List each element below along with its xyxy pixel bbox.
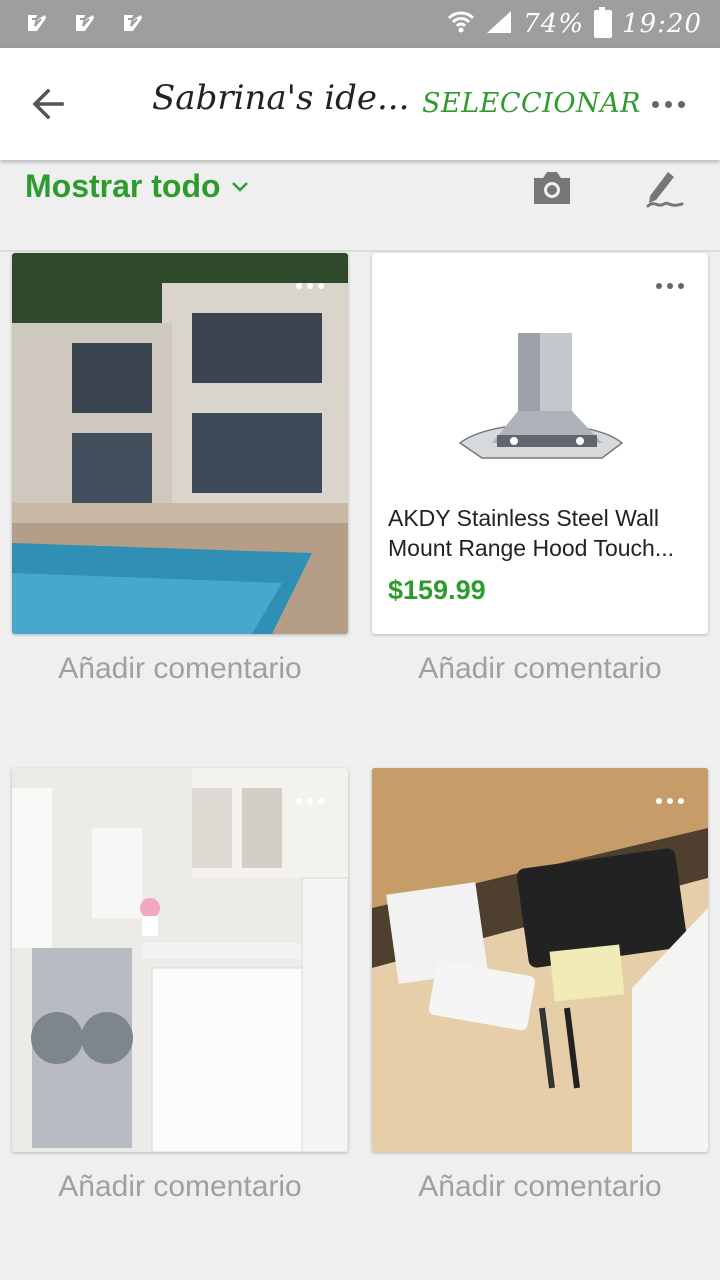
camera-icon (534, 172, 570, 204)
range-hood-image (458, 333, 624, 459)
pen-sketch-icon (646, 172, 684, 208)
product-title: AKDY Stainless Steel Wall Mount Range Ho… (388, 505, 674, 561)
card-menu-button[interactable] (656, 798, 684, 804)
product-price: $159.99 (388, 575, 486, 605)
add-comment-link[interactable]: Añadir comentario (372, 652, 708, 686)
card-menu-button[interactable] (296, 798, 324, 804)
card-menu-button[interactable] (656, 283, 684, 289)
idea-card[interactable] (12, 253, 348, 634)
laundry-room-image (12, 768, 348, 1152)
camera-button[interactable] (530, 168, 574, 208)
app-bar: Sabrina's ide... SELECCIONAR (0, 48, 720, 160)
notification-icon (24, 10, 50, 36)
add-comment-link[interactable]: Añadir comentario (372, 1170, 708, 1204)
select-button[interactable]: SELECCIONAR (422, 88, 641, 119)
sketch-button[interactable] (640, 166, 686, 212)
charging-drawer-image (372, 768, 708, 1152)
back-arrow-icon (32, 88, 64, 120)
back-button[interactable] (24, 80, 72, 128)
notification-icon (120, 10, 146, 36)
status-bar: 74% 19:20 (0, 0, 720, 48)
page-title: Sabrina's ide... (152, 78, 410, 118)
chevron-down-icon (231, 181, 248, 192)
more-icon (651, 100, 659, 108)
clock: 19:20 (622, 9, 702, 39)
battery-percentage: 74% (523, 9, 585, 39)
show-all-dropdown[interactable]: Mostrar todo (25, 168, 251, 205)
overflow-menu-button[interactable] (644, 88, 692, 120)
idea-card[interactable] (372, 768, 708, 1152)
notification-icon (72, 10, 98, 36)
battery-icon (594, 7, 613, 38)
filter-bar: Mostrar todo (0, 160, 720, 252)
add-comment-link[interactable]: Añadir comentario (12, 652, 348, 686)
product-card[interactable]: AKDY Stainless Steel Wall Mount Range Ho… (372, 253, 708, 634)
wifi-icon (447, 9, 475, 39)
house-pool-image (12, 253, 348, 634)
signal-icon (485, 9, 513, 39)
card-menu-button[interactable] (296, 283, 324, 289)
idea-card[interactable] (12, 768, 348, 1152)
filter-label: Mostrar todo (25, 168, 221, 204)
add-comment-link[interactable]: Añadir comentario (12, 1170, 348, 1204)
